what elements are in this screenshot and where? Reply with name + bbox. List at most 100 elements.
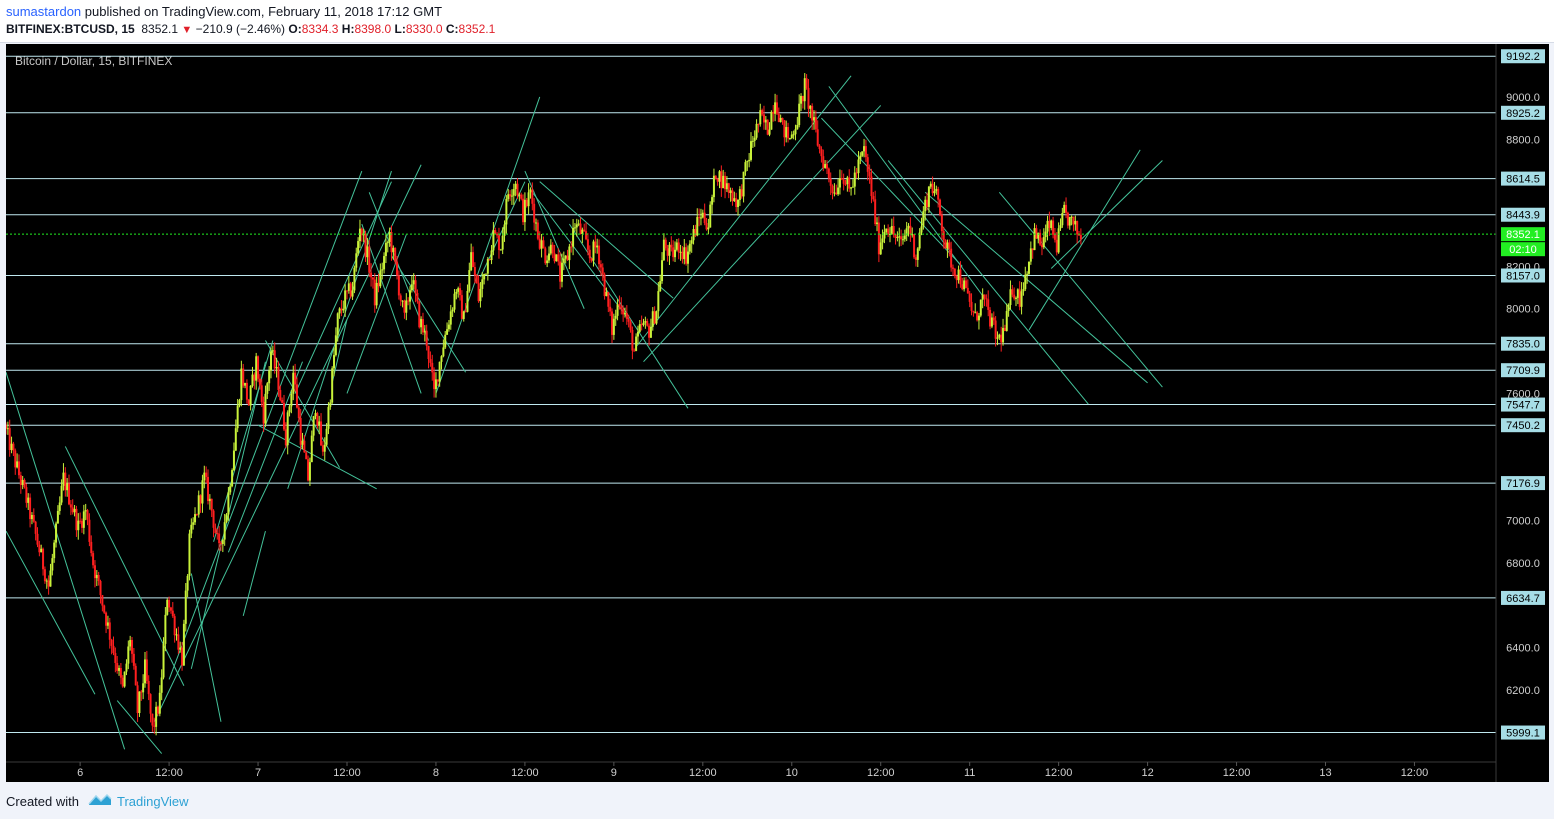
published-text: published on TradingView.com, February 1… [84, 4, 443, 19]
candle-body [123, 671, 126, 687]
candle-body [375, 282, 378, 306]
candle-body [900, 236, 903, 240]
candle-body [421, 319, 424, 333]
candle-body [748, 159, 751, 162]
candle-body [633, 350, 636, 352]
candle-body [566, 255, 569, 261]
price-tick-label: 7000.0 [1506, 516, 1540, 528]
candle-body [509, 194, 512, 197]
level-label: 7547.7 [1506, 400, 1540, 412]
candle-body [622, 308, 625, 315]
candle-body [735, 198, 738, 208]
candle-body [824, 164, 827, 168]
candle-body [727, 183, 730, 193]
candle-body [579, 223, 582, 234]
candle-body [25, 487, 28, 503]
candle-body [38, 544, 41, 553]
trend-line [190, 573, 222, 722]
candle-body [510, 195, 513, 197]
candle-body [837, 187, 840, 195]
candle-body [43, 569, 46, 582]
candle-body [620, 306, 623, 309]
candle-body [247, 399, 250, 406]
trend-line [64, 446, 185, 686]
symbol-label: BITFINEX:BTCUSD, 15 [6, 22, 135, 36]
candle-body [618, 304, 621, 307]
candle-body [223, 522, 226, 540]
price-tick-label: 6400.0 [1506, 643, 1540, 655]
candle-body [351, 290, 354, 297]
candle-body [996, 337, 999, 339]
candle-body [51, 558, 54, 571]
candle-body [279, 390, 282, 401]
candle-body [535, 222, 538, 224]
candle-body [929, 183, 932, 187]
candle-body [82, 511, 85, 528]
tradingview-brand[interactable]: TradingView [117, 794, 189, 809]
candle-body [590, 258, 593, 261]
current-price-label: 8352.1 [1506, 229, 1540, 241]
candle-body [946, 242, 949, 249]
candle-body [257, 356, 260, 379]
candle-body [712, 175, 715, 198]
candle-body [598, 245, 601, 265]
tradingview-logo-icon[interactable] [88, 792, 112, 806]
candle-body [143, 659, 146, 684]
candle-body [270, 351, 273, 371]
low-value: 8330.0 [405, 22, 443, 36]
candle-body [407, 300, 410, 302]
candle-body [125, 663, 128, 672]
time-tick-label: 8 [433, 767, 439, 779]
candle-body [383, 256, 386, 270]
created-with-text: Created with [6, 794, 79, 809]
candle-body [638, 324, 641, 332]
candle-body [210, 498, 213, 511]
time-tick-label: 12:00 [155, 767, 183, 779]
candle-body [540, 240, 543, 249]
candle-body [820, 149, 823, 157]
candle-body [970, 301, 973, 311]
candle-body [520, 194, 523, 199]
author-link[interactable]: sumastardon [6, 4, 81, 19]
candle-body [186, 575, 189, 591]
candlestick-chart[interactable]: 9000.08800.08200.08000.07600.07450.07000… [5, 44, 1549, 782]
candle-body [668, 244, 671, 256]
candle-body [616, 304, 619, 316]
candle-body [103, 605, 106, 613]
candle-body [586, 239, 589, 250]
candle-body [171, 610, 174, 617]
candle-body [926, 199, 929, 207]
trend-line [635, 75, 852, 348]
candle-body [811, 105, 814, 121]
candle-body [425, 330, 428, 346]
candle-body [414, 280, 417, 293]
candle-body [636, 331, 639, 337]
chart-area[interactable]: 9000.08800.08200.08000.07600.07450.07000… [5, 44, 1549, 782]
candle-body [470, 252, 473, 271]
candle-body [301, 440, 304, 445]
candle-body [68, 483, 71, 505]
candle-body [92, 553, 95, 566]
candle-body [890, 226, 893, 234]
candle-body [981, 294, 984, 300]
candle-body [601, 267, 604, 275]
candle-body [679, 251, 682, 253]
time-axis[interactable]: 6 12:00 7 12:00 8 12:00 9 12:00 10 12:00 11 12:00 12… [77, 762, 1428, 779]
price-tick-label: 6200.0 [1506, 685, 1540, 697]
candle-body [264, 393, 267, 424]
candle-body [73, 508, 76, 513]
candle-body [108, 622, 111, 640]
candle-body [661, 260, 664, 282]
candle-body [90, 541, 93, 554]
candle-body [409, 290, 412, 302]
candle-body [381, 269, 384, 271]
candle-body [581, 229, 584, 234]
candle-body [937, 188, 940, 200]
candle-body [753, 137, 756, 141]
candle-body [1061, 213, 1064, 226]
candle-body [468, 270, 471, 291]
candle-body [292, 372, 295, 394]
candle-body [225, 514, 228, 523]
level-label: 7176.9 [1506, 478, 1540, 490]
candle-body [336, 313, 339, 336]
